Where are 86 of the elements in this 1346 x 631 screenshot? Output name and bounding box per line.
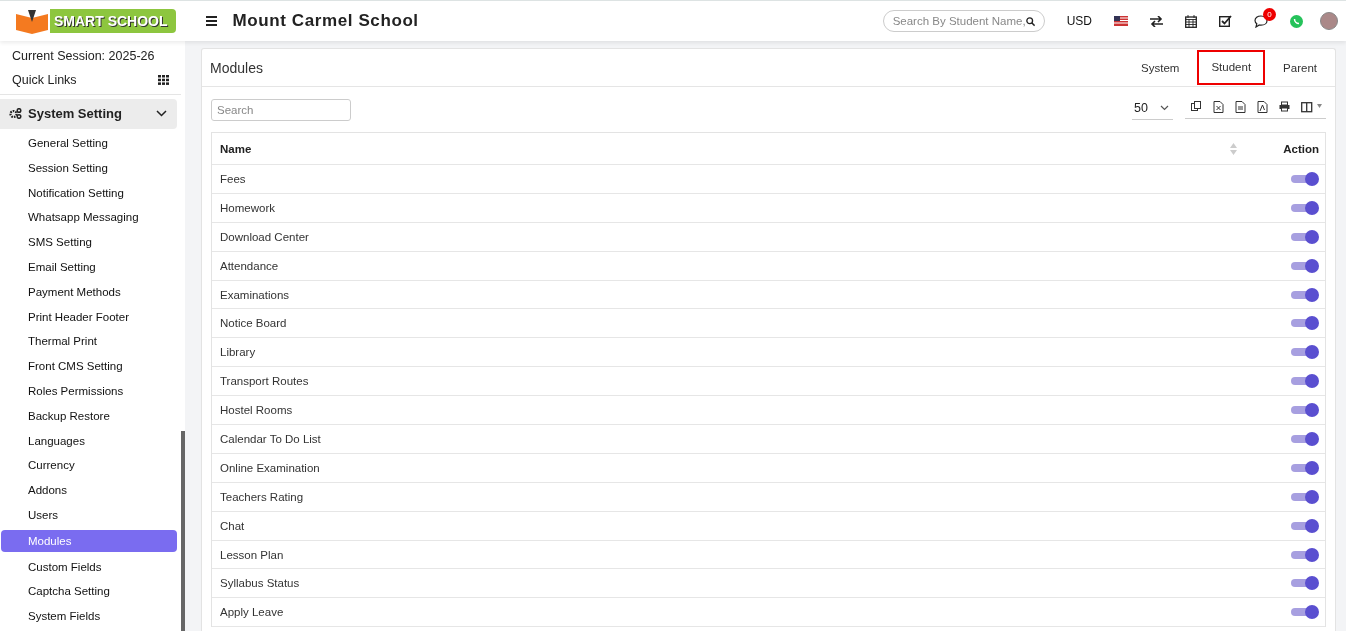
sidebar-item[interactable]: Payment Methods — [1, 281, 177, 302]
chat-bubble-icon[interactable] — [1254, 14, 1268, 28]
sidebar-item[interactable]: Languages — [1, 430, 177, 451]
caret-icon[interactable] — [1160, 104, 1169, 111]
toggle-switch[interactable] — [1291, 229, 1319, 244]
flag-icon[interactable] — [1114, 16, 1128, 26]
sidebar-item[interactable]: Captcha Setting — [1, 581, 177, 602]
toggle-switch[interactable] — [1291, 547, 1319, 562]
module-name: Examinations — [220, 288, 290, 301]
sidebar-item[interactable]: Print Header Footer — [1, 306, 177, 327]
document-icon[interactable] — [1235, 101, 1246, 113]
toggle-switch[interactable] — [1291, 518, 1319, 533]
system-setting-menu[interactable]: System Setting — [0, 98, 177, 130]
calendar-icon[interactable] — [1185, 14, 1197, 28]
module-name: Syllabus Status — [220, 577, 300, 590]
swap-arrows-icon[interactable] — [1150, 15, 1163, 27]
sidebar-item[interactable]: Custom Fields — [1, 556, 177, 577]
column-header[interactable]: Name — [220, 142, 252, 155]
search-icon[interactable] — [1025, 15, 1035, 27]
module-name: Teachers Rating — [220, 490, 304, 503]
toggle-switch[interactable] — [1291, 374, 1319, 389]
sidebar-item[interactable]: System Fields — [1, 606, 177, 627]
current-session-text: Current Session: 2025-26 — [11, 48, 156, 65]
chat-count-badge: 0 — [1263, 7, 1276, 21]
sidebar-item[interactable]: Addons — [1, 480, 177, 501]
module-name: Download Center — [220, 230, 309, 243]
toggle-switch[interactable] — [1291, 345, 1319, 360]
toggle-switch[interactable] — [1291, 605, 1319, 620]
grid-icon[interactable] — [158, 75, 169, 86]
menu-icon[interactable] — [205, 16, 217, 26]
currency-selector[interactable]: USD — [1066, 14, 1092, 28]
toggle-switch[interactable] — [1291, 200, 1319, 215]
columns-icon[interactable] — [1301, 101, 1322, 113]
sidebar-item[interactable]: Email Setting — [1, 257, 177, 278]
sidebar-item[interactable]: Front CMS Setting — [1, 356, 177, 377]
sidebar-item[interactable]: Thermal Print — [1, 331, 177, 352]
toggle-switch[interactable] — [1291, 431, 1319, 446]
quick-links-label[interactable]: Quick Links — [12, 73, 77, 88]
avatar-circle[interactable] — [1320, 12, 1338, 30]
search-field[interactable]: Search — [211, 99, 351, 121]
scrollbar-thumb[interactable] — [181, 431, 185, 631]
column-header: Action — [1283, 142, 1319, 155]
sidebar-item[interactable]: Session Setting — [1, 157, 177, 178]
sidebar-item[interactable]: General Setting — [1, 133, 177, 154]
pdf-file-icon[interactable] — [1257, 101, 1268, 113]
module-name: Chat — [220, 519, 245, 532]
tab[interactable]: Student — [1197, 50, 1266, 85]
toggle-switch[interactable] — [1291, 287, 1319, 302]
sidebar-item[interactable]: Currency — [1, 455, 177, 476]
module-name: Homework — [220, 201, 275, 214]
chevron-down-icon[interactable] — [156, 110, 167, 118]
sidebar-item[interactable]: Users — [1, 505, 177, 525]
module-name: Attendance — [220, 259, 279, 272]
sidebar-item[interactable]: Backup Restore — [1, 405, 177, 426]
module-name: Apply Leave — [220, 606, 284, 619]
sidebar-item[interactable]: Notification Setting — [1, 182, 177, 203]
toggle-switch[interactable] — [1291, 316, 1319, 331]
toggle-switch[interactable] — [1291, 489, 1319, 504]
checkbox-icon[interactable] — [1219, 15, 1232, 27]
toggle-switch[interactable] — [1291, 460, 1319, 475]
tab[interactable]: Parent — [1269, 50, 1331, 85]
excel-file-icon[interactable] — [1213, 101, 1224, 113]
sidebar-item[interactable]: SMS Setting — [1, 232, 177, 253]
toggle-switch[interactable] — [1291, 171, 1319, 186]
module-name: Lesson Plan — [220, 548, 284, 561]
school-name: Mount Carmel School — [232, 11, 419, 31]
toggle-switch[interactable] — [1291, 403, 1319, 418]
tab[interactable]: System — [1127, 50, 1194, 85]
panel-title: Modules — [210, 59, 264, 76]
module-name: Transport Routes — [220, 375, 309, 388]
toggle-switch[interactable] — [1291, 258, 1319, 273]
module-name: Notice Board — [220, 317, 287, 330]
module-name: Library — [220, 346, 256, 359]
print-icon[interactable] — [1279, 101, 1290, 113]
module-name: Hostel Rooms — [220, 404, 293, 417]
sidebar-item[interactable]: Roles Permissions — [1, 381, 177, 402]
copy-icon[interactable] — [1191, 101, 1202, 113]
book-logo-icon[interactable] — [14, 8, 50, 34]
toggle-switch[interactable] — [1291, 576, 1319, 591]
gears-icon — [9, 108, 22, 120]
sidebar-item[interactable]: Whatsapp Messaging — [1, 207, 177, 228]
page-size-select[interactable]: 50 — [1132, 100, 1173, 120]
module-name: Online Examination — [220, 461, 320, 474]
module-name: Fees — [220, 172, 246, 185]
sidebar-item[interactable]: Modules — [1, 529, 177, 552]
module-name: Calendar To Do List — [220, 432, 321, 445]
